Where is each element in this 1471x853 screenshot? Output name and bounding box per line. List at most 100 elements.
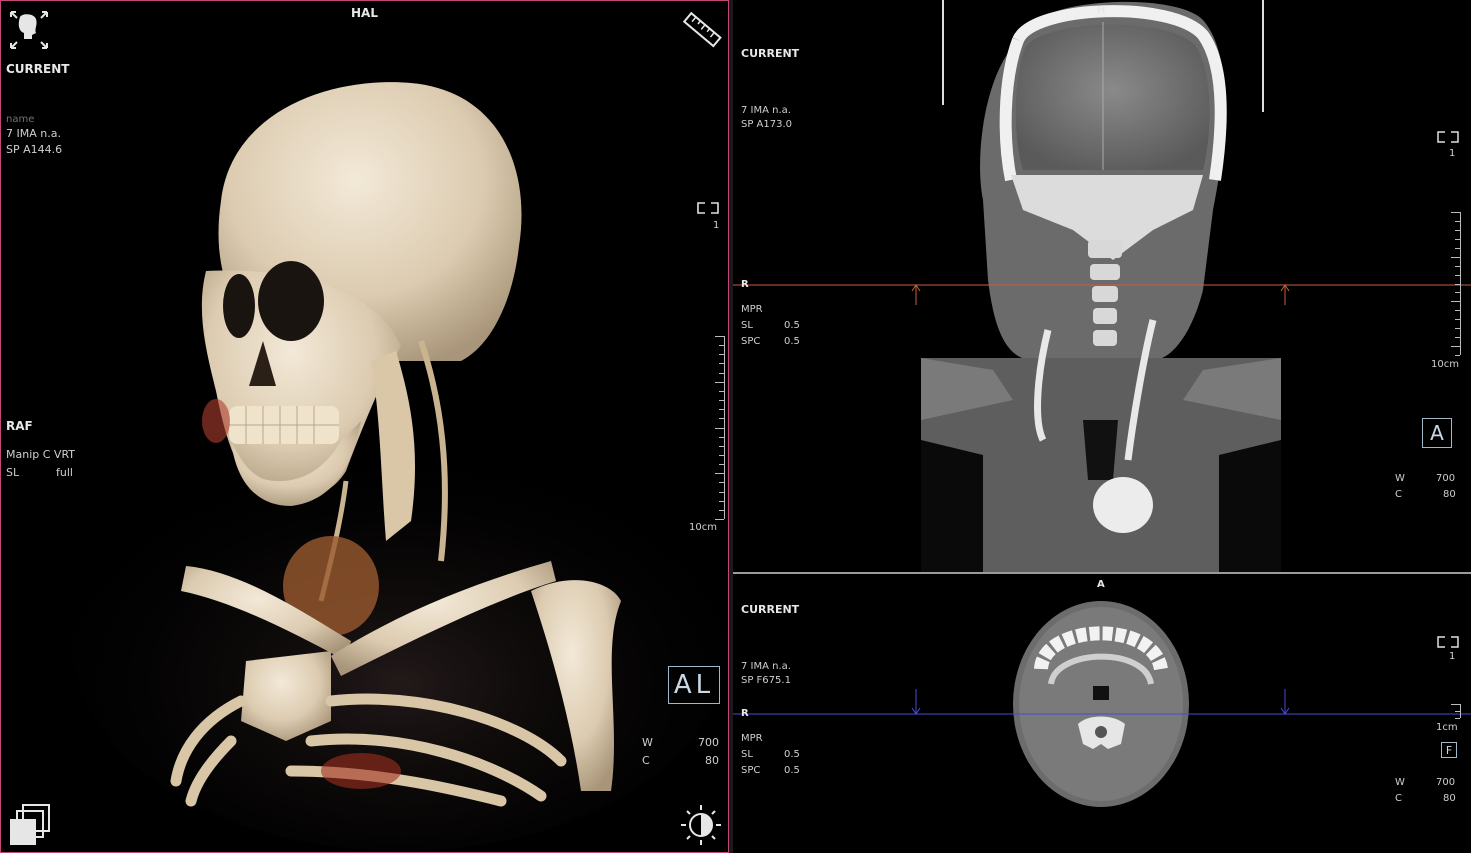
coronal-ct-image[interactable] [733,0,1471,572]
study-label: CURRENT [741,47,800,60]
spc-value: 0.5 [784,336,800,347]
ruler-tick [1451,346,1460,348]
ruler-tick [719,500,724,502]
ruler-tick [1455,292,1460,294]
ruler-tick [1451,212,1460,213]
view-orientation-badge[interactable]: A [1422,418,1452,448]
sl-value: 0.5 [784,749,800,760]
ruler-tick [1455,274,1460,276]
window-value: 700 [1436,777,1456,788]
ruler-tick [719,418,724,420]
ruler-tick [715,473,724,475]
ruler-tick [715,519,724,520]
study-label: CURRENT [741,603,800,616]
mode-label: MPR [741,733,763,744]
mode-label: MPR [741,304,763,315]
ruler-tick [719,363,724,365]
ruler-tick [719,354,724,356]
view-badge-text: AL [673,670,715,700]
ruler-tick [1451,256,1460,258]
study-label: CURRENT [6,62,70,76]
vrt-rendering[interactable] [1,1,729,853]
coronal-mpr-viewport[interactable]: H CURRENT 7 IMA n.a. SP A173.0 R MPR SL … [733,0,1471,572]
ruler-tick [1455,265,1460,267]
sl-value: 0.5 [784,320,800,331]
image-info-line1: 7 IMA n.a. [6,127,61,140]
zoom-link-icon[interactable] [1436,131,1460,143]
ruler-tick [1451,301,1460,303]
sl-value: full [56,466,73,479]
axial-ct-image[interactable] [733,574,1471,853]
zoom-value: 1 [1449,148,1456,159]
view-orientation-badge[interactable]: F [1441,742,1457,758]
center-label: C [1395,489,1402,500]
series-stack-icon[interactable] [7,803,53,847]
ruler-tick [1455,283,1460,285]
scale-label: 10cm [1431,359,1459,370]
ruler-tick [1455,229,1460,231]
image-info-line2: SP A144.6 [6,143,63,156]
image-info-line2: SP F675.1 [741,675,791,686]
ruler-tick [719,390,724,392]
center-label: C [1395,793,1402,804]
sl-label: SL [6,466,20,479]
window-label: W [1395,777,1405,788]
ruler-tick [1455,328,1460,330]
window-label: W [1395,473,1405,484]
ruler-icon[interactable] [681,9,723,51]
head-orientation-icon[interactable] [8,9,50,51]
sl-label: SL [741,320,753,331]
scale-ruler [1451,704,1461,719]
window-label: W [642,736,653,749]
ruler-tick [1455,711,1460,712]
ruler-tick [719,409,724,411]
view-badge-text: A [1430,421,1444,445]
ruler-tick [719,464,724,466]
ruler-tick [719,445,724,447]
orientation-top-label: HAL [351,6,378,20]
zoom-value: 1 [713,220,720,231]
orientation-top-label: H [1097,5,1106,16]
zoom-link-icon[interactable] [1436,636,1460,648]
image-info-line2: SP A173.0 [741,119,793,130]
view-orientation-badge[interactable]: AL [668,666,720,704]
zoom-value: 1 [1449,651,1456,662]
ruler-tick [1455,247,1460,249]
ruler-tick [715,427,724,429]
image-info-line1: 7 IMA n.a. [741,661,791,672]
center-value: 80 [1443,489,1456,500]
image-info-line0: name [6,114,35,125]
ruler-tick [1451,704,1460,705]
ruler-tick [719,509,724,511]
ruler-tick [715,381,724,383]
window-value: 700 [1436,473,1456,484]
spc-value: 0.5 [784,765,800,776]
view-badge-text: F [1445,743,1453,757]
ruler-tick [1455,718,1460,719]
spc-label: SPC [741,336,761,347]
scale-label: 10cm [689,522,717,533]
orientation-left-label: R [741,279,749,290]
scale-ruler [715,336,725,520]
ruler-tick [719,482,724,484]
ruler-tick [719,372,724,374]
ruler-tick [1455,238,1460,240]
spc-label: SPC [741,765,761,776]
manip-label: Manip C VRT [6,448,76,461]
sl-label: SL [741,749,753,760]
center-value: 80 [705,754,719,767]
orientation-top-label: A [1097,579,1105,590]
ruler-tick [1455,355,1460,356]
zoom-link-icon[interactable] [695,201,721,215]
window-value: 700 [698,736,719,749]
scale-label: 1cm [1436,722,1458,733]
ruler-tick [719,436,724,438]
ruler-tick [1455,310,1460,312]
ruler-tick [1455,337,1460,339]
center-label: C [642,754,650,767]
contrast-icon[interactable] [679,803,723,847]
axial-mpr-viewport[interactable]: A CURRENT 7 IMA n.a. SP F675.1 R MPR SL … [733,574,1471,853]
vrt-viewport[interactable]: HAL CURRENT name 7 IMA n.a. SP A144.6 RA… [0,0,729,853]
ruler-tick [1455,220,1460,222]
ruler-tick [719,345,724,347]
